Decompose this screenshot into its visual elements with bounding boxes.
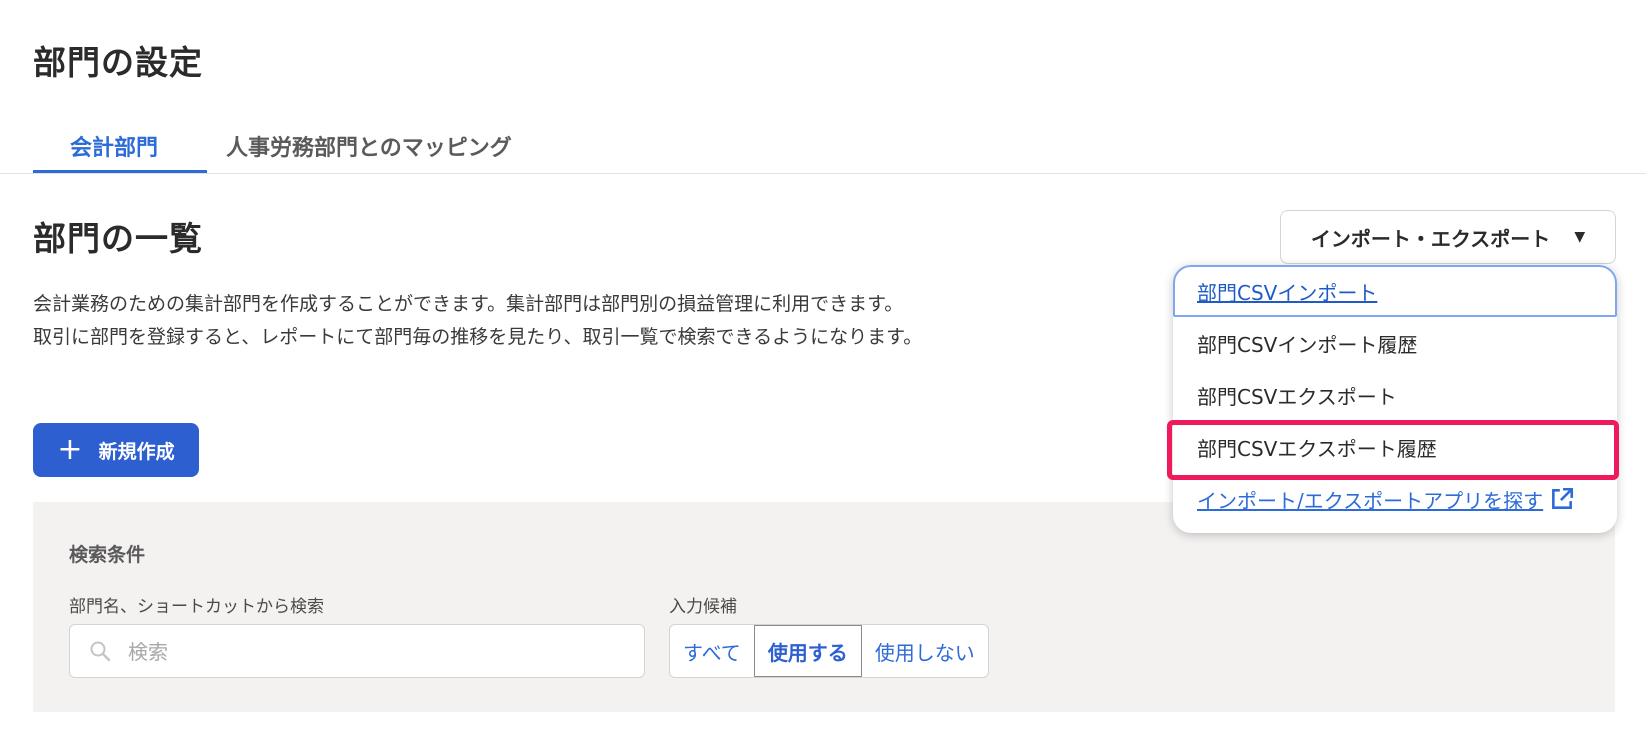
search-heading: 検索条件 xyxy=(69,544,146,566)
candidate-in-use-button[interactable]: 使用する xyxy=(753,625,862,677)
search-icon xyxy=(90,641,111,662)
menu-item-csv-export-history[interactable]: 部門CSVエクスポート履歴 xyxy=(1173,421,1617,473)
menu-item-csv-import-history[interactable]: 部門CSVインポート履歴 xyxy=(1173,317,1617,369)
description-line-1: 会計業務のための集計部門を作成することができます。集計部門は部門別の損益管理に利… xyxy=(33,293,904,315)
candidate-filter-group: すべて 使用する 使用しない xyxy=(669,624,989,678)
menu-item-csv-export[interactable]: 部門CSVエクスポート xyxy=(1173,369,1617,421)
page-title: 部門の設定 xyxy=(33,43,203,82)
section-description: 会計業務のための集計部門を作成することができます。集計部門は部門別の損益管理に利… xyxy=(33,288,922,354)
find-apps-label: インポート/エクスポートアプリを探す xyxy=(1197,488,1544,513)
import-export-button[interactable]: インポート・エクスポート ▼ xyxy=(1280,210,1616,264)
import-export-label: インポート・エクスポート xyxy=(1310,226,1551,251)
name-search-label: 部門名、ショートカットから検索 xyxy=(69,597,324,617)
import-export-menu: 部門CSVインポート 部門CSVインポート履歴 部門CSVエクスポート 部門CS… xyxy=(1173,265,1617,533)
candidate-all-button[interactable]: すべて xyxy=(670,625,754,677)
description-line-2: 取引に部門を登録すると、レポートにて部門毎の推移を見たり、取引一覧で検索できるよ… xyxy=(33,326,923,348)
search-input[interactable] xyxy=(126,625,630,679)
search-panel: 検索条件 部門名、ショートカットから検索 入力候補 すべて 使用する 使用しない xyxy=(33,502,1615,712)
menu-item-find-apps[interactable]: インポート/エクスポートアプリを探す xyxy=(1173,473,1617,525)
new-button-label: 新規作成 xyxy=(98,440,175,463)
caret-down-icon: ▼ xyxy=(1574,229,1586,245)
tab-hr-mapping[interactable]: 人事労務部門とのマッピング xyxy=(226,130,512,172)
section-title: 部門の一覧 xyxy=(33,219,203,258)
tab-accounting-departments[interactable]: 会計部門 xyxy=(70,130,158,172)
candidate-not-in-use-button[interactable]: 使用しない xyxy=(862,625,988,677)
candidates-label: 入力候補 xyxy=(669,597,737,617)
external-link-icon xyxy=(1552,487,1574,509)
tab-bar: 会計部門 人事労務部門とのマッピング xyxy=(0,118,1646,174)
page: 部門の設定 会計部門 人事労務部門とのマッピング 部門の一覧 会計業務のための集… xyxy=(0,0,1646,737)
active-tab-indicator xyxy=(33,170,207,173)
new-department-button[interactable]: + 新規作成 xyxy=(33,423,199,477)
menu-item-csv-import[interactable]: 部門CSVインポート xyxy=(1173,265,1617,317)
search-field[interactable] xyxy=(69,624,645,679)
plus-icon: + xyxy=(57,432,83,467)
